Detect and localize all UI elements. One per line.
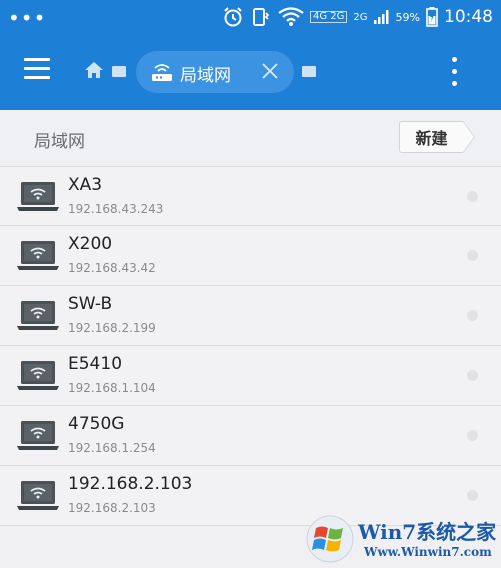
battery-icon <box>426 7 438 27</box>
device-name: SW-B <box>68 294 113 314</box>
status-icons: 4G 2G 2G 59% 10:48 <box>222 6 493 28</box>
device-name: X200 <box>68 234 113 254</box>
new-button[interactable]: 新建 <box>399 121 475 153</box>
device-ip: 192.168.2.199 <box>68 321 156 335</box>
battery-percent: 59% <box>395 10 420 24</box>
laptop-wifi-icon <box>16 239 60 277</box>
device-list: XA3 192.168.43.243 X200 192.168.43.42 SW… <box>0 166 501 526</box>
device-ip: 192.168.1.254 <box>68 441 156 455</box>
device-name: 4750G <box>68 414 125 434</box>
home-icon[interactable] <box>84 60 104 84</box>
status-dot <box>467 191 478 202</box>
watermark-url: Www.Winwin7.com <box>364 545 492 559</box>
list-item[interactable]: 4750G 192.168.1.254 <box>0 406 501 466</box>
more-vertical-icon[interactable] <box>446 56 462 90</box>
section-header: 局域网 新建 <box>0 110 501 166</box>
device-name: XA3 <box>68 175 103 195</box>
device-ip: 192.168.43.243 <box>68 202 164 216</box>
status-bar: ••• 4G 2G 2G 59% 10:48 <box>0 0 501 34</box>
status-dot <box>467 430 478 441</box>
tab-lan[interactable]: 局域网 <box>136 51 294 93</box>
network-2g-label: 2G <box>353 11 368 23</box>
clock: 10:48 <box>444 7 493 27</box>
laptop-wifi-icon <box>16 359 60 397</box>
list-item[interactable]: SW-B 192.168.2.199 <box>0 286 501 346</box>
laptop-wifi-icon <box>16 299 60 337</box>
close-icon[interactable] <box>260 61 280 85</box>
watermark: Win7系统之家 Www.Winwin7.com <box>300 512 501 568</box>
alarm-icon <box>222 6 244 28</box>
device-ip: 192.168.2.103 <box>68 501 156 515</box>
laptop-wifi-icon <box>16 479 60 517</box>
signal-icon <box>373 10 390 24</box>
device-name: E5410 <box>68 354 123 374</box>
status-dot <box>467 370 478 381</box>
status-dot <box>467 310 478 321</box>
network-badge: 4G 2G <box>310 11 348 23</box>
breadcrumb-separator <box>302 66 316 77</box>
tab-label: 局域网 <box>180 66 231 86</box>
laptop-wifi-icon <box>16 180 60 218</box>
windows-logo-icon <box>304 514 356 568</box>
device-ip: 192.168.43.42 <box>68 261 156 275</box>
notification-dots: ••• <box>8 6 47 30</box>
status-dot <box>467 490 478 501</box>
status-dot <box>467 250 478 261</box>
phone-vibrate-icon <box>250 6 272 28</box>
app-bar: 局域网 <box>0 34 501 110</box>
list-item[interactable]: X200 192.168.43.42 <box>0 226 501 286</box>
device-name: 192.168.2.103 <box>68 474 193 494</box>
list-item[interactable]: XA3 192.168.43.243 <box>0 166 501 226</box>
section-title: 局域网 <box>34 132 85 152</box>
laptop-wifi-icon <box>16 419 60 457</box>
router-icon <box>150 62 174 86</box>
list-item[interactable]: E5410 192.168.1.104 <box>0 346 501 406</box>
wifi-icon <box>278 7 304 27</box>
device-ip: 192.168.1.104 <box>68 381 156 395</box>
watermark-title: Win7系统之家 <box>358 520 497 544</box>
breadcrumb-separator <box>112 66 126 77</box>
hamburger-menu-icon[interactable] <box>24 58 52 86</box>
